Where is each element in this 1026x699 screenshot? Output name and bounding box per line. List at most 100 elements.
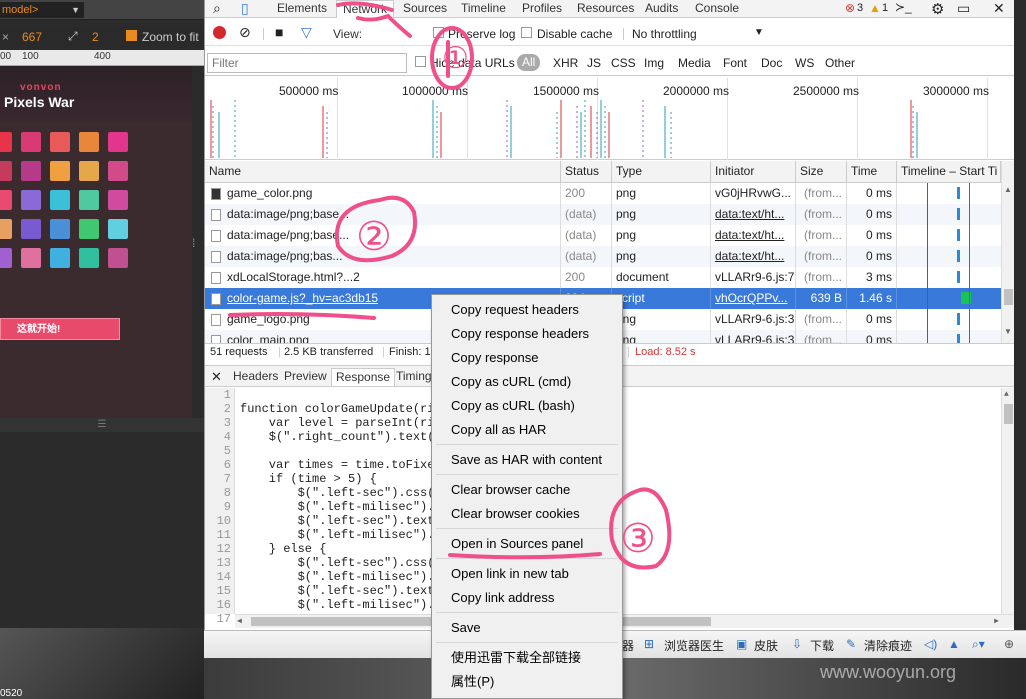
color-tile[interactable] <box>21 219 41 239</box>
zoom-checkbox[interactable] <box>126 30 137 41</box>
share-icon[interactable]: ▲ <box>948 637 960 651</box>
disable-cache-checkbox[interactable] <box>521 27 532 38</box>
color-tile[interactable] <box>0 161 12 181</box>
color-tile[interactable] <box>79 190 99 210</box>
color-tile[interactable] <box>79 161 99 181</box>
color-tile[interactable] <box>108 190 128 210</box>
tab-audits[interactable]: Audits <box>639 0 684 18</box>
tab-profiles[interactable]: Profiles <box>516 0 568 18</box>
inspect-search-icon[interactable]: ⌕ <box>213 1 221 15</box>
table-row[interactable]: game_color.png 200 png vG0jHRvwG... (from...… <box>205 183 1001 204</box>
device-mode-icon[interactable]: ▯ <box>241 1 249 15</box>
menu-item[interactable]: Clear browser cookies <box>432 502 622 526</box>
code-vertical-scrollbar[interactable]: ▲ <box>1001 388 1015 614</box>
scroll-thumb[interactable] <box>1004 404 1013 424</box>
source-code[interactable]: function colorGameUpdate(rig var level =… <box>240 388 442 626</box>
color-tile[interactable] <box>108 132 128 152</box>
console-drawer-icon[interactable]: ≻_ <box>895 0 912 14</box>
column-initiator[interactable]: Initiator <box>711 161 796 183</box>
column-status[interactable]: Status <box>561 161 612 183</box>
close-icon[interactable]: ✕ <box>993 0 1005 17</box>
tab-timing[interactable]: Timing <box>392 368 436 386</box>
menu-item[interactable]: Save as HAR with content <box>432 448 622 472</box>
scroll-up-icon[interactable]: ▲ <box>1004 185 1012 194</box>
color-tile[interactable] <box>108 161 128 181</box>
tab-preview[interactable]: Preview <box>280 368 331 386</box>
color-tile[interactable] <box>0 132 12 152</box>
dock-icon[interactable]: ▭ <box>957 0 970 17</box>
volume-icon[interactable]: ◁) <box>924 637 937 651</box>
splitter-handle[interactable]: ⁞ <box>192 236 195 250</box>
close-icon[interactable]: × <box>2 30 9 44</box>
close-icon[interactable]: ✕ <box>211 369 222 385</box>
tab-timeline[interactable]: Timeline <box>455 0 512 18</box>
tab-console[interactable]: Console <box>689 0 745 18</box>
filter-type-xhr[interactable]: XHR <box>553 56 578 70</box>
column-name[interactable]: Name <box>205 161 561 183</box>
color-tile[interactable] <box>79 248 99 268</box>
color-tile[interactable] <box>50 132 70 152</box>
filter-type-img[interactable]: Img <box>644 56 664 70</box>
broom-icon[interactable]: ✎ <box>846 637 856 651</box>
start-button[interactable]: 这就开始! <box>0 318 120 340</box>
menu-item[interactable]: Open link in new tab <box>432 562 622 586</box>
resize-handle[interactable]: ☰ <box>0 418 204 432</box>
menu-item[interactable]: Copy as cURL (cmd) <box>432 370 622 394</box>
color-tile[interactable] <box>21 248 41 268</box>
zoom-icon[interactable]: ⊕ <box>1004 637 1014 651</box>
menu-item[interactable]: 使用迅雷下载全部链接 <box>432 646 622 670</box>
screenshot-icon[interactable]: ■ <box>275 25 283 39</box>
color-tile[interactable] <box>0 190 12 210</box>
download-icon[interactable]: ⇩ <box>792 637 802 651</box>
scroll-down-icon[interactable]: ▼ <box>1004 327 1012 336</box>
color-tile[interactable] <box>50 190 70 210</box>
scroll-thumb[interactable] <box>1004 289 1013 305</box>
dpr-field[interactable]: 2 <box>92 30 99 44</box>
network-overview[interactable]: 500000 ms 1000000 ms 1500000 ms 2000000 … <box>205 78 1015 160</box>
menu-item[interactable]: 属性(P) <box>432 670 622 694</box>
browser-doctor-button[interactable]: 浏览器医生 <box>664 637 724 654</box>
color-tile[interactable] <box>0 219 12 239</box>
throttling-select[interactable]: No throttling <box>632 27 697 41</box>
device-model-select[interactable]: model> ▼ <box>0 2 84 18</box>
table-scrollbar[interactable]: ▲ ▼ <box>1001 161 1015 343</box>
tab-network[interactable]: Network <box>336 0 395 18</box>
scroll-left-icon[interactable]: ◀ <box>237 616 242 626</box>
tab-elements[interactable]: Elements <box>271 0 333 18</box>
chevron-down-icon[interactable]: ▼ <box>754 27 764 38</box>
scroll-right-icon[interactable]: ▶ <box>994 616 999 626</box>
menu-item[interactable]: Save <box>432 616 622 640</box>
color-tile[interactable] <box>0 248 12 268</box>
filter-type-js[interactable]: JS <box>587 56 601 70</box>
filter-type-css[interactable]: CSS <box>611 56 636 70</box>
swap-dimensions-icon[interactable]: ⤢ <box>68 29 78 44</box>
warning-icon[interactable]: ▲ <box>869 1 881 15</box>
menu-item[interactable]: Clear browser cache <box>432 478 622 502</box>
download-button[interactable]: 下载 <box>810 637 834 654</box>
column-time[interactable]: Time <box>847 161 897 183</box>
menu-item[interactable]: Copy as cURL (bash) <box>432 394 622 418</box>
filter-type-doc[interactable]: Doc <box>761 56 782 70</box>
clear-icon[interactable]: ⊘ <box>239 25 251 39</box>
tab-response[interactable]: Response <box>331 368 396 386</box>
color-tile[interactable] <box>50 161 70 181</box>
filter-type-ws[interactable]: WS <box>795 56 814 70</box>
doctor-icon[interactable]: ⊞ <box>644 637 654 651</box>
table-row[interactable]: data:image/png;base... (data) png data:text… <box>205 204 1001 225</box>
filter-type-other[interactable]: Other <box>825 56 855 70</box>
menu-item[interactable]: Copy all as HAR <box>432 418 622 442</box>
color-tile[interactable] <box>21 190 41 210</box>
column-type[interactable]: Type <box>612 161 711 183</box>
hide-data-urls-checkbox[interactable] <box>415 56 426 67</box>
column-size[interactable]: Size <box>796 161 847 183</box>
color-tile[interactable] <box>50 248 70 268</box>
record-icon[interactable] <box>213 26 226 39</box>
code-horizontal-scrollbar[interactable]: ◀ ▶ <box>235 614 1015 628</box>
tab-sources[interactable]: Sources <box>397 0 453 18</box>
column-timeline[interactable]: Timeline – Start Ti <box>897 161 1001 183</box>
color-tile[interactable] <box>21 161 41 181</box>
filter-icon[interactable]: ▽ <box>301 25 312 39</box>
menu-item[interactable]: Copy response <box>432 346 622 370</box>
clear-traces-button[interactable]: 清除痕迹 <box>864 637 912 654</box>
table-row[interactable]: xdLocalStorage.html?...2 200 document vLLAR… <box>205 267 1001 288</box>
